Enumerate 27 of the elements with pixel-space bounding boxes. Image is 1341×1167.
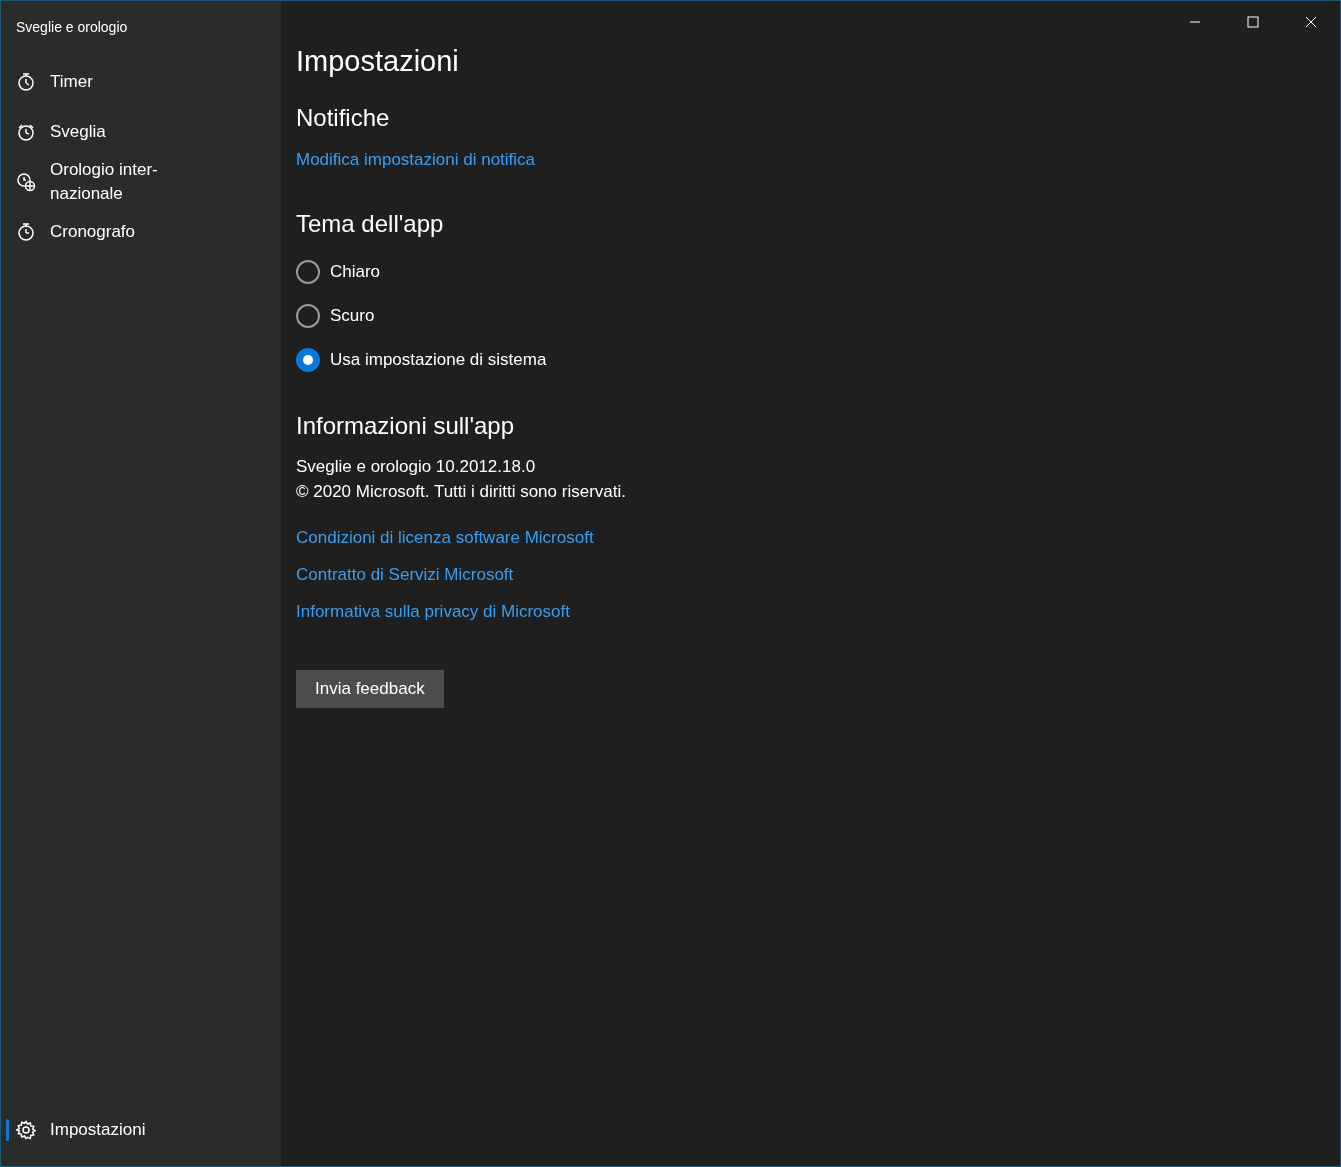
version-text: Sveglie e orologio 10.2012.18.0 <box>296 456 536 478</box>
nav-item[interactable]: Orologio inter-nazionale <box>1 157 281 207</box>
app-title: Sveglie e orologio <box>15 18 129 37</box>
page-title: Impostazioni <box>296 45 460 78</box>
world-clock-icon <box>16 172 36 192</box>
close-icon <box>1305 16 1317 28</box>
radio-option[interactable]: Scuro <box>296 294 375 338</box>
stopwatch-icon <box>16 222 36 242</box>
maximize-icon <box>1247 16 1259 28</box>
feedback-button[interactable]: Invia feedback <box>296 670 444 708</box>
legal-link[interactable]: Contratto di Servizi Microsoft <box>296 565 514 585</box>
radio-option[interactable]: Usa impostazione di sistema <box>296 338 547 382</box>
section-heading: Tema dell'app <box>296 210 445 238</box>
alarm-clock-icon <box>16 122 36 142</box>
nav-item[interactable]: Timer <box>1 57 281 107</box>
settings-icon <box>16 1120 36 1140</box>
timer-icon <box>16 72 36 92</box>
nav-item[interactable]: Cronografo <box>1 207 281 257</box>
copyright-text: © 2020 Microsoft. Tutti i diritti sono riservati. <box>296 481 626 503</box>
notification-settings-link[interactable]: Modifica impostazioni di notifica <box>296 150 536 170</box>
radio-option[interactable]: Chiaro <box>296 250 381 294</box>
legal-link[interactable]: Informativa sulla privacy di Microsoft <box>296 602 570 622</box>
nav-item[interactable]: Sveglia <box>1 107 281 157</box>
legal-link[interactable]: Condizioni di licenza software Microsoft <box>296 528 594 548</box>
nav-item[interactable]: Impostazioni <box>1 1105 146 1155</box>
section-heading: Informazioni sull'app <box>296 412 516 440</box>
section-heading: Notifiche <box>296 104 391 132</box>
